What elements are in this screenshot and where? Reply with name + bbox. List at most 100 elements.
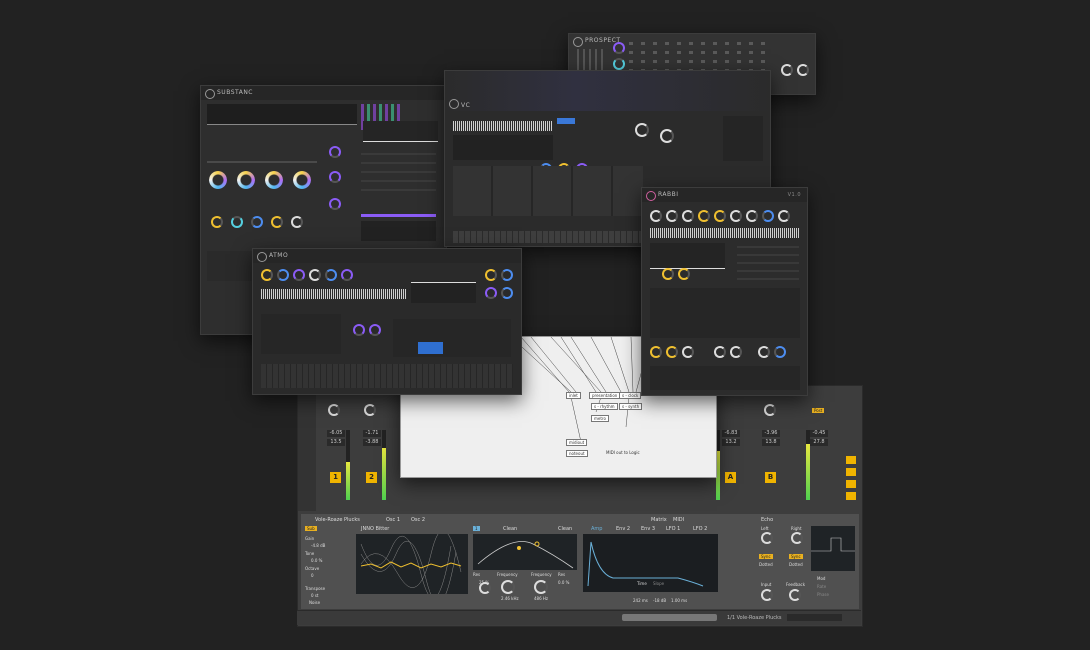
echo-input-knob[interactable]: [761, 589, 773, 601]
patch-object[interactable]: midiout: [566, 439, 588, 446]
ring-knob-1[interactable]: [209, 171, 227, 189]
knob[interactable]: [762, 210, 774, 222]
patch-object[interactable]: s - clock: [619, 392, 642, 399]
knob[interactable]: [781, 64, 793, 76]
slope-label[interactable]: Slope: [653, 581, 664, 586]
knob[interactable]: [325, 269, 337, 281]
echo-right-knob[interactable]: [791, 532, 803, 544]
knob[interactable]: [329, 171, 341, 183]
knob[interactable]: [485, 287, 497, 299]
knob[interactable]: [797, 64, 809, 76]
patch-object[interactable]: s - synth: [619, 403, 643, 410]
patch-object[interactable]: inlet: [566, 392, 581, 399]
scrollbar[interactable]: [622, 614, 717, 621]
knob[interactable]: [635, 123, 649, 137]
knob[interactable]: [353, 324, 365, 336]
knob[interactable]: [261, 269, 273, 281]
knob[interactable]: [746, 210, 758, 222]
res-knob[interactable]: [479, 582, 491, 594]
track-strip-a[interactable]: -6.83 13.2 A: [716, 386, 746, 511]
knob[interactable]: [501, 269, 513, 281]
knob[interactable]: [485, 269, 497, 281]
echo-sync-right[interactable]: Sync: [789, 554, 803, 559]
filter-1-mode[interactable]: 1: [473, 526, 480, 531]
track-volume[interactable]: -0.45: [810, 430, 828, 437]
track-pan[interactable]: -3.88: [363, 439, 381, 446]
knob[interactable]: [714, 210, 726, 222]
knob[interactable]: [678, 268, 690, 280]
knob[interactable]: [309, 269, 321, 281]
freq-knob[interactable]: [501, 580, 515, 594]
tab-env2[interactable]: Env 2: [616, 526, 630, 532]
track-strip-1[interactable]: -6.05 13.5 1: [324, 386, 350, 511]
send-knob[interactable]: [328, 404, 340, 416]
knob[interactable]: [774, 346, 786, 358]
patch-object[interactable]: noteout: [566, 450, 588, 457]
knob[interactable]: [613, 58, 625, 70]
track-volume[interactable]: -6.05: [327, 430, 345, 437]
knob[interactable]: [730, 210, 742, 222]
tab-env3[interactable]: Env 3: [641, 526, 655, 532]
knob[interactable]: [682, 346, 694, 358]
track-volume[interactable]: -3.96: [762, 430, 780, 437]
knob[interactable]: [650, 346, 662, 358]
filter-type-2[interactable]: Clean: [558, 526, 572, 532]
knob[interactable]: [666, 210, 678, 222]
patch-object[interactable]: metro: [591, 415, 609, 422]
knob[interactable]: [698, 210, 710, 222]
rabbi-window[interactable]: RABBI V1.0: [641, 187, 808, 396]
knob[interactable]: [291, 216, 303, 228]
knob[interactable]: [778, 210, 790, 222]
knob[interactable]: [613, 42, 625, 54]
track-strip-b[interactable]: -3.96 13.8 B: [762, 386, 786, 511]
track-pan[interactable]: 13.5: [327, 439, 345, 446]
patch-object[interactable]: s - rhythm: [591, 403, 618, 410]
patch-object[interactable]: presentation: [589, 392, 621, 399]
track-number[interactable]: A: [725, 472, 736, 483]
track-number[interactable]: B: [765, 472, 776, 483]
send-knob[interactable]: [764, 404, 776, 416]
track-number[interactable]: 2: [366, 472, 377, 483]
tab-lfo2[interactable]: LFO 2: [693, 526, 707, 532]
knob[interactable]: [666, 346, 678, 358]
knob[interactable]: [662, 268, 674, 280]
knob[interactable]: [682, 210, 694, 222]
tab-lfo1[interactable]: LFO 1: [666, 526, 680, 532]
echo-feedback-knob[interactable]: [789, 589, 801, 601]
knob[interactable]: [329, 146, 341, 158]
device-chain[interactable]: Vole-Roaze Plucks Osc 1 Osc 2 Matrix MID…: [301, 514, 859, 609]
tab-matrix[interactable]: Matrix: [651, 517, 667, 523]
ring-knob-2[interactable]: [237, 171, 255, 189]
osc-tab[interactable]: Sub: [305, 526, 317, 531]
knob[interactable]: [730, 346, 742, 358]
echo-dotted-right[interactable]: Dotted: [789, 562, 803, 567]
track-pan[interactable]: 13.2: [722, 439, 740, 446]
tab-osc1[interactable]: Osc 1: [386, 517, 400, 523]
tab-midi[interactable]: MIDI: [673, 517, 684, 523]
knob[interactable]: [277, 269, 289, 281]
ring-knob-3[interactable]: [265, 171, 283, 189]
freq2-knob[interactable]: [534, 580, 548, 594]
filter-type-1[interactable]: Clean: [503, 526, 517, 532]
track-number[interactable]: 1: [330, 472, 341, 483]
atmo-window[interactable]: ATMO: [252, 248, 522, 395]
echo-sync-left[interactable]: Sync: [759, 554, 773, 559]
track-strip-c[interactable]: Post -0.45 27.8: [804, 386, 828, 511]
time-label[interactable]: Time: [637, 581, 647, 586]
knob[interactable]: [251, 216, 263, 228]
knob[interactable]: [501, 287, 513, 299]
wavetable-name[interactable]: JNNO Bitter: [361, 526, 389, 532]
knob[interactable]: [293, 269, 305, 281]
knob[interactable]: [660, 129, 674, 143]
knob[interactable]: [714, 346, 726, 358]
blue-tab[interactable]: [557, 118, 575, 124]
post-button[interactable]: Post: [812, 408, 825, 413]
echo-left-knob[interactable]: [761, 532, 773, 544]
track-volume[interactable]: -1.71: [363, 430, 381, 437]
knob[interactable]: [329, 198, 341, 210]
knob[interactable]: [211, 216, 223, 228]
ring-knob-4[interactable]: [293, 171, 311, 189]
tab-osc2[interactable]: Osc 2: [411, 517, 425, 523]
track-pan[interactable]: 27.8: [810, 439, 828, 446]
track-volume[interactable]: -6.83: [722, 430, 740, 437]
